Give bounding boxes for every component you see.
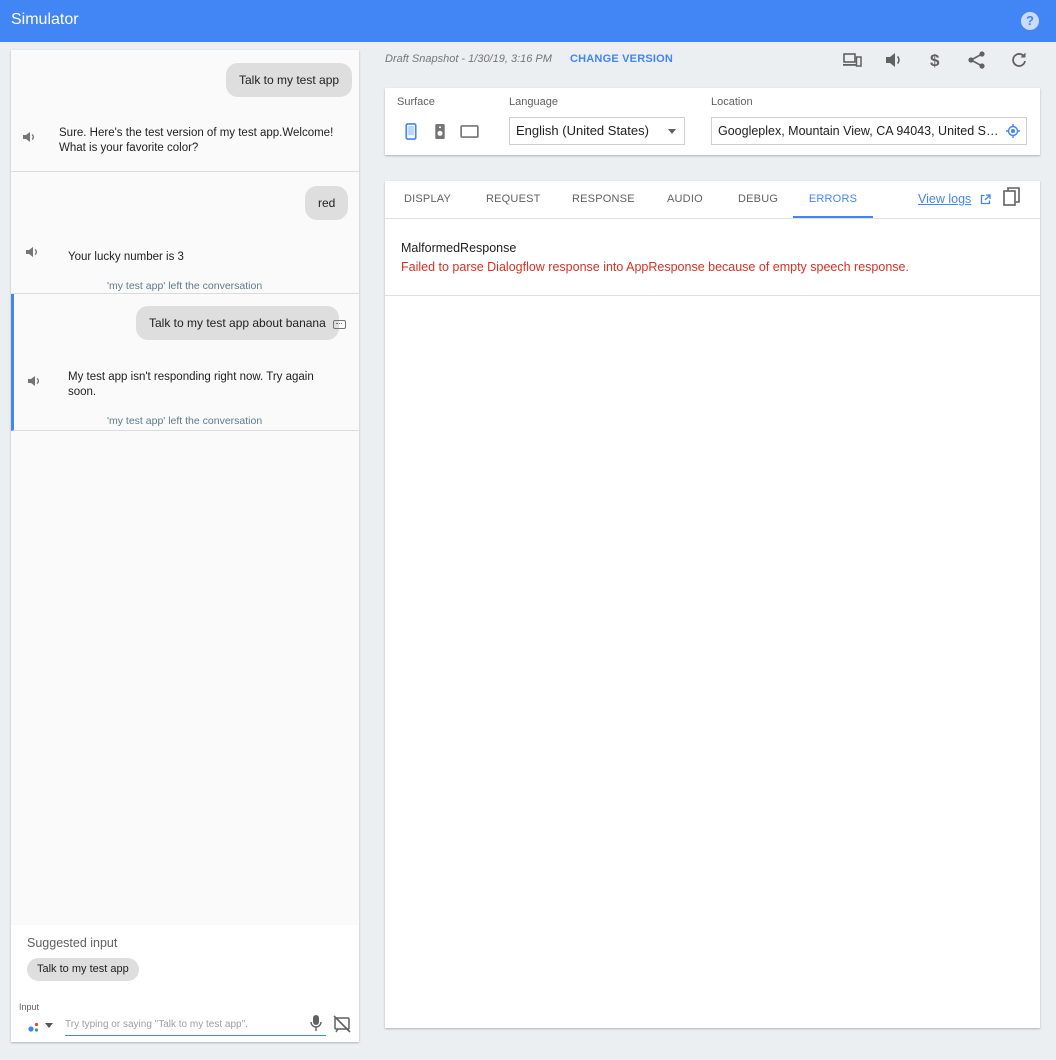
draft-snapshot-label: Draft Snapshot - 1/30/19, 3:16 PM xyxy=(385,53,552,65)
user-message: Talk to my test app about banana xyxy=(136,306,339,340)
surface-label: Surface xyxy=(397,96,435,108)
tab-debug[interactable]: DEBUG xyxy=(738,181,778,218)
speaker-icon[interactable] xyxy=(25,246,39,258)
microphone-icon[interactable] xyxy=(309,1014,323,1032)
input-label: Input xyxy=(19,1002,40,1012)
chevron-down-icon xyxy=(668,129,676,134)
view-logs-link[interactable]: View logs xyxy=(918,192,971,206)
user-message: Talk to my test app xyxy=(226,63,353,97)
open-in-new-icon[interactable] xyxy=(980,194,991,205)
volume-icon[interactable] xyxy=(884,50,904,70)
error-message: Failed to parse Dialogflow response into… xyxy=(401,260,909,274)
language-label: Language xyxy=(509,96,558,108)
left-conversation-note: 'my test app' left the conversation xyxy=(107,415,263,427)
phone-icon[interactable] xyxy=(405,123,417,140)
suggested-input-area: Suggested input Talk to my test app Inpu… xyxy=(11,925,359,1042)
speech-off-icon[interactable] xyxy=(333,1015,351,1033)
settings-card: Surface Language English (United States)… xyxy=(385,88,1040,155)
query-input[interactable] xyxy=(65,1014,326,1036)
svg-text:$: $ xyxy=(930,51,940,70)
devices-icon[interactable] xyxy=(842,50,862,70)
suggestion-chip[interactable]: Talk to my test app xyxy=(27,958,139,981)
change-version-button[interactable]: CHANGE VERSION xyxy=(570,53,673,65)
top-bar: Simulator ? xyxy=(0,0,1056,42)
user-message: red xyxy=(305,186,349,220)
keyboard-icon xyxy=(333,320,346,329)
error-entry: MalformedResponse Failed to parse Dialog… xyxy=(385,220,1040,296)
conversation-turn[interactable]: Talk to my test app about banana My test… xyxy=(11,294,359,431)
suggested-input-label: Suggested input xyxy=(27,936,118,950)
results-panel: DISPLAY REQUEST RESPONSE AUDIO DEBUG ERR… xyxy=(385,181,1040,1028)
chevron-down-icon[interactable] xyxy=(45,1023,53,1028)
assistant-reply: Sure. Here's the test version of my test… xyxy=(59,127,334,154)
speaker-icon[interactable] xyxy=(22,131,36,143)
location-label: Location xyxy=(711,96,753,108)
error-name: MalformedResponse xyxy=(401,241,517,255)
tab-response[interactable]: RESPONSE xyxy=(572,181,635,218)
help-icon[interactable]: ? xyxy=(1021,12,1039,30)
tab-errors[interactable]: ERRORS xyxy=(793,181,873,218)
tab-bar: DISPLAY REQUEST RESPONSE AUDIO DEBUG ERR… xyxy=(385,181,1040,219)
dollar-icon[interactable]: $ xyxy=(925,50,945,70)
my-location-icon[interactable] xyxy=(1006,124,1020,138)
display-icon[interactable] xyxy=(460,125,479,138)
conversation-turn: Talk to my test app Sure. Here's the tes… xyxy=(11,50,359,172)
speaker-device-icon[interactable] xyxy=(434,123,446,140)
assistant-icon[interactable] xyxy=(27,1020,41,1034)
conversation-panel: Talk to my test app Sure. Here's the tes… xyxy=(11,50,359,1042)
assistant-reply: Your lucky number is 3 xyxy=(68,251,184,263)
speaker-icon[interactable] xyxy=(27,375,41,387)
conversation-turn: red Your lucky number is 3 'my test app'… xyxy=(11,172,359,294)
language-select[interactable]: English (United States) xyxy=(509,117,685,145)
refresh-icon[interactable] xyxy=(1009,50,1029,70)
left-conversation-note: 'my test app' left the conversation xyxy=(107,280,263,292)
share-icon[interactable] xyxy=(967,50,987,70)
location-value: Googleplex, Mountain View, CA 94043, Uni… xyxy=(718,124,1000,138)
tab-request[interactable]: REQUEST xyxy=(486,181,541,218)
tab-display[interactable]: DISPLAY xyxy=(404,181,451,218)
tab-audio[interactable]: AUDIO xyxy=(667,181,703,218)
location-field[interactable]: Googleplex, Mountain View, CA 94043, Uni… xyxy=(711,117,1027,145)
assistant-reply: My test app isn't responding right now. … xyxy=(68,371,314,398)
app-title: Simulator xyxy=(11,11,79,28)
language-value: English (United States) xyxy=(516,123,649,138)
copy-icon[interactable] xyxy=(1003,187,1021,207)
